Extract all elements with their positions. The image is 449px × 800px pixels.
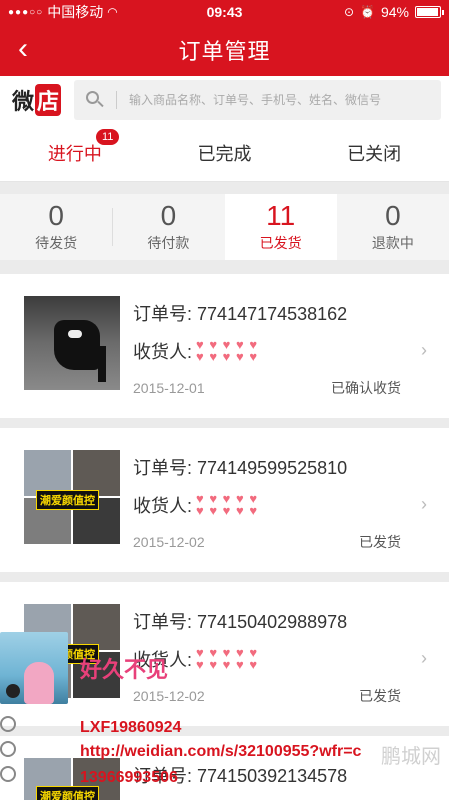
subtab-count: 0 <box>48 200 64 231</box>
order-date: 2015-12-02 <box>133 534 205 550</box>
alarm-icon: ⏰ <box>360 5 375 19</box>
redacted-name: ♥ ♥ ♥ ♥ ♥ ♥ ♥ ♥ ♥ ♥ <box>196 337 259 364</box>
search-divider <box>116 91 117 109</box>
order-card[interactable]: 潮爱颜值控 订单号: 774149599525810 收货人: ♥ ♥ ♥ ♥ ♥… <box>0 428 449 572</box>
link-icon <box>0 741 16 757</box>
watermark-url: http://weidian.com/s/32100955?wfr=c <box>80 743 362 760</box>
subtab-count: 0 <box>385 200 401 231</box>
order-number: 订单号: 774147174538162 <box>133 304 348 324</box>
watermark-avatar <box>0 632 68 704</box>
order-date: 2015-12-02 <box>133 688 205 704</box>
back-icon[interactable]: ‹ <box>18 34 28 64</box>
subtab-to-pay[interactable]: 0 待付款 <box>112 194 224 260</box>
order-date: 2015-12-01 <box>133 380 205 396</box>
watermark-greeting: 好久不见 <box>80 657 169 682</box>
subtab-label: 已发货 <box>259 235 302 251</box>
search-box[interactable] <box>74 80 441 120</box>
wechat-icon <box>0 716 16 732</box>
carrier-label: 中国移动 <box>47 4 104 20</box>
chevron-right-icon: › <box>421 648 427 668</box>
sub-status-tabs: 0 待发货 0 待付款 11 已发货 0 退款中 <box>0 194 449 260</box>
receiver: 收货人: ♥ ♥ ♥ ♥ ♥ ♥ ♥ ♥ ♥ ♥ <box>133 491 259 518</box>
phone-icon <box>0 766 16 782</box>
subtab-count: 0 <box>160 200 177 231</box>
order-status: 已发货 <box>359 688 401 704</box>
status-bar: ●●●○○ 中国移动 ◠ 09:43 ⊙ ⏰ 94% <box>0 0 449 24</box>
subtab-label: 待发货 <box>35 235 78 251</box>
signal-icon: ●●●○○ <box>8 6 44 18</box>
product-thumbnail: 潮爱颜值控 <box>24 450 120 544</box>
page-title: 订单管理 <box>178 39 271 64</box>
redacted-name: ♥ ♥ ♥ ♥ ♥ ♥ ♥ ♥ ♥ ♥ <box>196 491 259 518</box>
order-number: 订单号: 774149599525810 <box>133 458 348 478</box>
rotation-lock-icon: ⊙ <box>343 5 355 19</box>
order-status: 已发货 <box>359 534 401 550</box>
order-status: 已确认收货 <box>331 380 401 396</box>
weidian-logo: 微店 <box>12 84 74 116</box>
receiver: 收货人: ♥ ♥ ♥ ♥ ♥ ♥ ♥ ♥ ♥ ♥ <box>133 337 259 364</box>
search-input[interactable] <box>129 93 429 107</box>
chevron-right-icon: › <box>421 340 427 360</box>
chevron-right-icon: › <box>421 494 427 514</box>
search-icon <box>86 91 104 109</box>
watermark-site: 鹏城网 <box>381 746 441 768</box>
subtab-label: 退款中 <box>371 235 414 251</box>
order-card[interactable]: 订单号: 774147174538162 收货人: ♥ ♥ ♥ ♥ ♥ ♥ ♥ ♥ … <box>0 274 449 418</box>
search-row: 微店 <box>0 76 449 124</box>
subtab-label: 待付款 <box>147 235 190 251</box>
tab-completed[interactable]: 已完成 <box>150 124 300 181</box>
tab-in-progress[interactable]: 进行中 11 <box>0 124 150 181</box>
watermark-side-icons <box>0 716 18 791</box>
subtab-count: 11 <box>266 200 296 231</box>
order-number: 订单号: 774150402988978 <box>133 612 348 632</box>
redacted-name: ♥ ♥ ♥ ♥ ♥ ♥ ♥ ♥ ♥ ♥ <box>196 645 259 672</box>
battery-percent: 94% <box>380 4 409 20</box>
tab-closed[interactable]: 已关闭 <box>299 124 449 181</box>
watermark-phone: 13966993506 <box>80 769 178 786</box>
nav-bar: ‹ 订单管理 <box>0 24 449 76</box>
subtab-refunding[interactable]: 0 退款中 <box>337 194 449 260</box>
watermark-id: LXF19860924 <box>80 719 182 736</box>
battery-icon <box>415 6 444 18</box>
subtab-to-ship[interactable]: 0 待发货 <box>0 194 112 260</box>
product-thumbnail <box>24 296 120 390</box>
subtab-shipped[interactable]: 11 已发货 <box>224 194 337 260</box>
tab-badge: 11 <box>96 129 120 145</box>
wifi-icon: ◠ <box>107 5 118 19</box>
status-tabs: 进行中 11 已完成 已关闭 <box>0 124 449 182</box>
